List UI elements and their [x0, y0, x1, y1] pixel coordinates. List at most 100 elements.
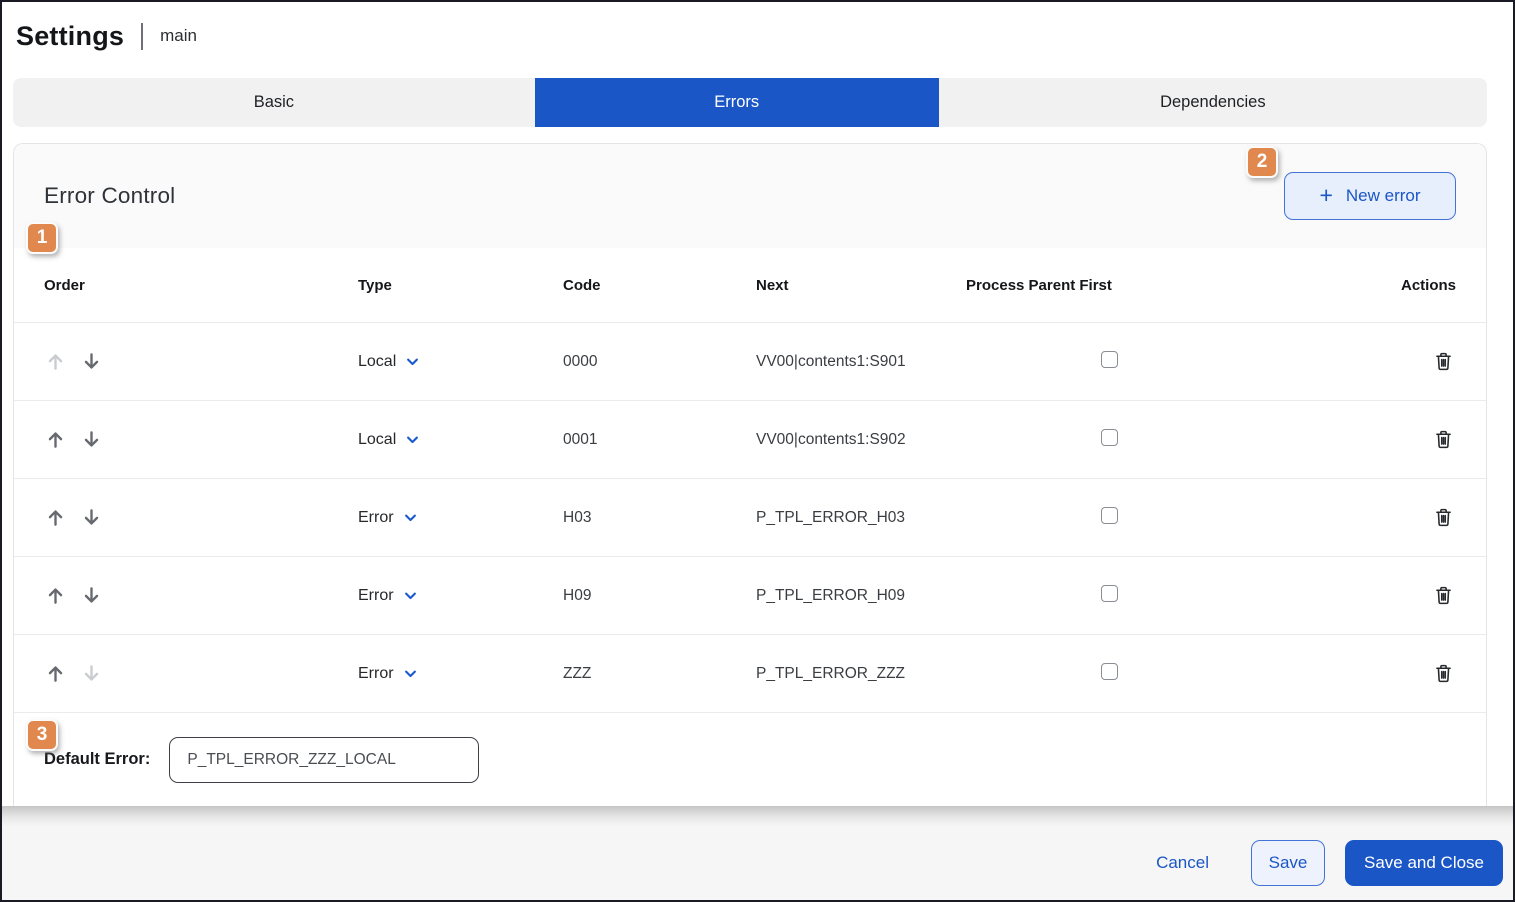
move-up-button[interactable]: [44, 350, 67, 373]
type-select[interactable]: Error: [358, 665, 418, 683]
move-down-button[interactable]: [80, 584, 103, 607]
type-label: Error: [358, 587, 394, 605]
move-down-button[interactable]: [80, 350, 103, 373]
code-cell: ZZZ: [563, 665, 756, 683]
arrow-down-icon: [82, 352, 101, 371]
type-label: Local: [358, 353, 396, 371]
trash-icon: [1433, 662, 1454, 685]
type-select[interactable]: Local: [358, 431, 420, 449]
section-title: Error Control: [44, 183, 175, 209]
table-row: Local 0001 VV00|contents1:S902: [14, 401, 1486, 479]
table-body: Local 0000 VV00|contents1:S901: [14, 323, 1486, 713]
cancel-button[interactable]: Cancel: [1150, 852, 1215, 874]
order-cell: [44, 584, 358, 607]
process-parent-first-checkbox[interactable]: [1101, 429, 1118, 446]
delete-row-button[interactable]: [1431, 504, 1456, 531]
order-cell: [44, 350, 358, 373]
code-cell: H09: [563, 587, 756, 605]
plus-icon: +: [1319, 184, 1332, 207]
callout-badge-2: 2: [1246, 146, 1278, 178]
delete-row-button[interactable]: [1431, 348, 1456, 375]
move-up-button[interactable]: [44, 662, 67, 685]
title-divider: [141, 23, 143, 50]
page-title: Settings: [16, 21, 124, 52]
type-select[interactable]: Error: [358, 587, 418, 605]
panel-drop-shadow: [2, 806, 1513, 826]
process-parent-first-checkbox[interactable]: [1101, 585, 1118, 602]
tab-errors[interactable]: Errors: [535, 78, 939, 127]
next-cell: VV00|contents1:S902: [756, 431, 966, 449]
process-parent-first-checkbox[interactable]: [1101, 663, 1118, 680]
new-error-button[interactable]: + New error: [1284, 172, 1456, 220]
next-cell: P_TPL_ERROR_ZZZ: [756, 665, 966, 683]
new-error-label: New error: [1346, 186, 1421, 206]
delete-row-button[interactable]: [1431, 426, 1456, 453]
arrow-down-icon: [82, 430, 101, 449]
default-error-input[interactable]: [169, 737, 479, 783]
code-cell: H03: [563, 509, 756, 527]
arrow-down-icon: [82, 508, 101, 527]
callout-badge-1: 1: [26, 222, 58, 254]
trash-icon: [1433, 350, 1454, 373]
arrow-up-icon: [46, 352, 65, 371]
arrow-down-icon: [82, 664, 101, 683]
callout-badge-3: 3: [26, 719, 58, 751]
type-select[interactable]: Error: [358, 509, 418, 527]
arrow-up-icon: [46, 586, 65, 605]
column-header-process-parent-first: Process Parent First: [966, 277, 1252, 294]
chevron-down-icon: [403, 588, 418, 603]
code-cell: 0001: [563, 431, 756, 449]
process-parent-first-checkbox[interactable]: [1101, 351, 1118, 368]
table-header-row: Order Type Code Next Process Parent Firs…: [14, 248, 1486, 323]
next-cell: P_TPL_ERROR_H03: [756, 509, 966, 527]
trash-icon: [1433, 506, 1454, 529]
chevron-down-icon: [403, 510, 418, 525]
next-cell: VV00|contents1:S901: [756, 353, 966, 371]
column-header-type: Type: [358, 277, 563, 294]
table-row: Local 0000 VV00|contents1:S901: [14, 323, 1486, 401]
arrow-down-icon: [82, 586, 101, 605]
move-down-button[interactable]: [80, 662, 103, 685]
column-header-code: Code: [563, 277, 756, 294]
move-up-button[interactable]: [44, 584, 67, 607]
column-header-next: Next: [756, 277, 966, 294]
column-header-order: Order: [44, 277, 358, 294]
default-error-row: 3 Default Error:: [14, 713, 1486, 806]
delete-row-button[interactable]: [1431, 660, 1456, 687]
panel-header: Error Control + New error 2: [14, 144, 1486, 248]
delete-row-button[interactable]: [1431, 582, 1456, 609]
footer-action-bar: Cancel Save Save and Close: [2, 826, 1513, 900]
tab-basic[interactable]: Basic: [13, 78, 535, 127]
move-up-button[interactable]: [44, 506, 67, 529]
save-and-close-button[interactable]: Save and Close: [1345, 840, 1503, 886]
default-error-label: Default Error:: [44, 750, 150, 769]
move-down-button[interactable]: [80, 506, 103, 529]
tab-dependencies[interactable]: Dependencies: [939, 78, 1487, 127]
code-cell: 0000: [563, 353, 756, 371]
process-parent-first-checkbox[interactable]: [1101, 507, 1118, 524]
next-cell: P_TPL_ERROR_H09: [756, 587, 966, 605]
trash-icon: [1433, 428, 1454, 451]
move-up-button[interactable]: [44, 428, 67, 451]
type-label: Local: [358, 431, 396, 449]
table-row: Error ZZZ P_TPL_ERROR_ZZZ: [14, 635, 1486, 713]
chevron-down-icon: [403, 666, 418, 681]
settings-window: Settings main Basic Errors Dependencies …: [0, 0, 1515, 902]
order-cell: [44, 506, 358, 529]
error-control-panel: Error Control + New error 2 1 Order Type…: [13, 143, 1487, 806]
save-button[interactable]: Save: [1251, 840, 1325, 886]
arrow-up-icon: [46, 664, 65, 683]
trash-icon: [1433, 584, 1454, 607]
chevron-down-icon: [405, 354, 420, 369]
tab-bar: Basic Errors Dependencies: [13, 78, 1487, 127]
type-select[interactable]: Local: [358, 353, 420, 371]
move-down-button[interactable]: [80, 428, 103, 451]
table-row: Error H09 P_TPL_ERROR_H09: [14, 557, 1486, 635]
order-cell: [44, 428, 358, 451]
arrow-up-icon: [46, 430, 65, 449]
type-label: Error: [358, 509, 394, 527]
title-bar: Settings main: [2, 2, 1513, 64]
type-label: Error: [358, 665, 394, 683]
chevron-down-icon: [405, 432, 420, 447]
arrow-up-icon: [46, 508, 65, 527]
